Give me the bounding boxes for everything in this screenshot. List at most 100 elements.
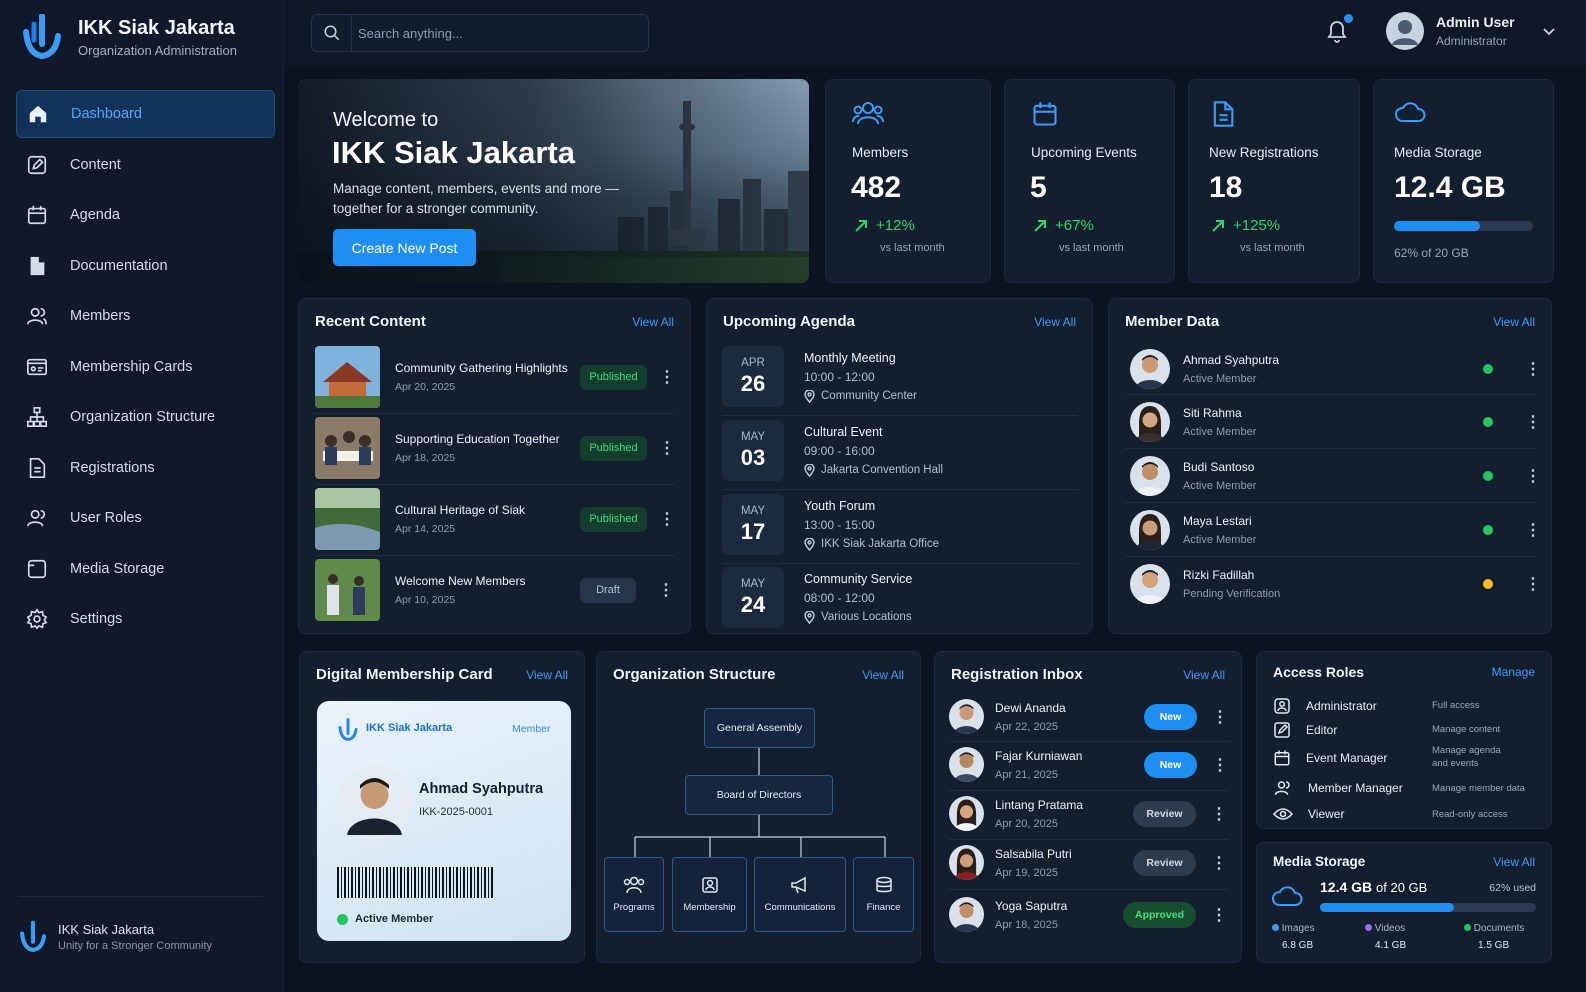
more-options-icon[interactable]: ⋮ (1211, 804, 1227, 824)
content-date: Apr 14, 2025 (395, 523, 456, 535)
event-location: IKK Siak Jakarta Office (804, 537, 939, 551)
stat-trend: +12% (854, 217, 915, 234)
card-type: Member (512, 723, 551, 735)
sidebar-item-settings[interactable]: Settings (16, 595, 275, 643)
sidebar-item-members[interactable]: Members (16, 292, 275, 340)
role-row[interactable]: Member Manager (1273, 779, 1403, 797)
stat-card-members[interactable]: Members 482 +12% vs last month (825, 79, 991, 283)
status-button[interactable]: Review (1133, 849, 1196, 876)
view-all-link[interactable]: View All (1183, 668, 1225, 682)
registration-row[interactable]: Lintang Pratama Apr 20, 2025 Review ⋮ (949, 796, 1229, 831)
status-dot (1483, 364, 1493, 374)
registration-row[interactable]: Fajar Kurniawan Apr 21, 2025 New ⋮ (949, 747, 1229, 782)
role-description: Manage member data (1432, 783, 1525, 794)
view-all-link[interactable]: View All (1034, 315, 1076, 329)
org-node-programs[interactable]: Programs (604, 857, 664, 932)
org-node-board-of-directors[interactable]: Board of Directors (685, 775, 833, 815)
registration-row[interactable]: Dewi Ananda Apr 22, 2025 New ⋮ (949, 699, 1229, 734)
more-options-icon[interactable]: ⋮ (658, 580, 674, 600)
more-options-icon[interactable]: ⋮ (1212, 707, 1228, 727)
more-options-icon[interactable]: ⋮ (659, 509, 675, 529)
cloud-icon (1395, 102, 1426, 122)
registration-row[interactable]: Yoga Saputra Apr 18, 2025 Approved ⋮ (949, 897, 1229, 932)
org-node-communications[interactable]: Communications (754, 857, 846, 932)
footer-tagline: Unity for a Stronger Community (58, 940, 213, 952)
sidebar-item-organization-structure[interactable]: Organization Structure (16, 393, 275, 441)
role-row[interactable]: Administrator (1273, 697, 1377, 715)
more-options-icon[interactable]: ⋮ (659, 438, 675, 458)
sidebar-item-membership-cards[interactable]: Membership Cards (16, 343, 275, 391)
org-node-finance[interactable]: Finance (853, 857, 914, 932)
registration-row[interactable]: Salsabila Putri Apr 19, 2025 Review ⋮ (949, 845, 1229, 880)
role-row[interactable]: Event Manager (1273, 749, 1387, 767)
more-options-icon[interactable]: ⋮ (1525, 466, 1541, 486)
role-row[interactable]: Viewer (1273, 807, 1344, 821)
users-icon (1274, 781, 1290, 795)
registration-date: Apr 22, 2025 (995, 720, 1058, 733)
sidebar-item-agenda[interactable]: Agenda (16, 191, 275, 239)
panel-title: Upcoming Agenda (723, 313, 855, 330)
view-all-link[interactable]: View All (526, 668, 568, 682)
member-row[interactable]: Maya Lestari Active Member ⋮ (1130, 510, 1541, 550)
home-icon (29, 105, 47, 123)
list-item[interactable]: Supporting Education Together Apr 18, 202… (315, 417, 675, 479)
user-menu[interactable]: Admin User Administrator (1386, 12, 1557, 50)
list-item[interactable]: Welcome New Members Apr 10, 2025 Draft ⋮ (315, 559, 674, 621)
more-options-icon[interactable]: ⋮ (1211, 853, 1227, 873)
avatar (1130, 456, 1170, 496)
more-options-icon[interactable]: ⋮ (1525, 359, 1541, 379)
member-row[interactable]: Siti Rahma Active Member ⋮ (1130, 402, 1541, 442)
more-options-icon[interactable]: ⋮ (659, 367, 675, 387)
status-button[interactable]: Approved (1123, 901, 1196, 928)
notification-button[interactable] (1325, 14, 1353, 46)
status-button[interactable]: New (1144, 703, 1197, 730)
brand[interactable]: IKK Siak Jakarta Organization Administra… (20, 14, 237, 60)
member-name: Rizki Fadillah (1183, 568, 1255, 582)
org-node-membership[interactable]: Membership (672, 857, 747, 932)
agenda-item[interactable]: MAY 24 Community Service 08:00 - 12:00 Vari… (722, 567, 912, 628)
stat-card-upcoming-events[interactable]: Upcoming Events 5 +67% vs last month (1004, 79, 1175, 283)
sidebar-item-label: Organization Structure (70, 409, 216, 425)
membership-card[interactable]: IKK Siak Jakarta Member Ahmad Syahputra … (317, 701, 571, 941)
more-options-icon[interactable]: ⋮ (1525, 520, 1541, 540)
logo-icon (338, 718, 358, 742)
status-button[interactable]: New (1144, 751, 1197, 778)
list-item[interactable]: Community Gathering Highlights Apr 20, 20… (315, 346, 675, 408)
stat-card-media-storage[interactable]: Media Storage 12.4 GB 62% of 20 GB (1373, 79, 1554, 283)
sidebar-item-user-roles[interactable]: User Roles (16, 494, 275, 542)
member-row[interactable]: Budi Santoso Active Member ⋮ (1130, 456, 1541, 496)
hierarchy-icon (27, 407, 47, 427)
role-row[interactable]: Editor (1273, 721, 1337, 739)
storage-icon (27, 559, 47, 578)
create-new-post-button[interactable]: Create New Post (333, 229, 476, 266)
view-all-link[interactable]: View All (1493, 855, 1535, 869)
search-input[interactable] (352, 25, 632, 41)
org-node-general-assembly[interactable]: General Assembly (704, 708, 815, 748)
sidebar-item-registrations[interactable]: Registrations (16, 444, 275, 492)
agenda-item[interactable]: MAY 17 Youth Forum 13:00 - 15:00 IKK Siak J… (722, 494, 939, 555)
stat-label: Members (852, 145, 909, 160)
manage-link[interactable]: Manage (1492, 665, 1535, 679)
list-item[interactable]: Cultural Heritage of Siak Apr 14, 2025 Pu… (315, 488, 675, 550)
status-button[interactable]: Review (1133, 800, 1196, 827)
stat-card-new-registrations[interactable]: New Registrations 18 +125% vs last month (1188, 79, 1360, 283)
agenda-item[interactable]: MAY 03 Cultural Event 09:00 - 16:00 Jakarta… (722, 420, 943, 481)
sidebar-item-documentation[interactable]: Documentation (16, 242, 275, 290)
sidebar-item-dashboard[interactable]: Dashboard (16, 90, 275, 138)
content-title: Community Gathering Highlights (395, 361, 568, 375)
agenda-item[interactable]: APR 26 Monthly Meeting 10:00 - 12:00 Commun… (722, 346, 917, 407)
member-row[interactable]: Rizki Fadillah Pending Verification ⋮ (1130, 564, 1541, 604)
more-options-icon[interactable]: ⋮ (1211, 905, 1227, 925)
sidebar-item-content[interactable]: Content (16, 141, 275, 189)
view-all-link[interactable]: View All (632, 315, 674, 329)
panel-title: Registration Inbox (951, 666, 1083, 683)
sidebar-item-media-storage[interactable]: Media Storage (16, 545, 275, 593)
more-options-icon[interactable]: ⋮ (1212, 755, 1228, 775)
view-all-link[interactable]: View All (1493, 315, 1535, 329)
content-date: Apr 20, 2025 (395, 381, 456, 393)
more-options-icon[interactable]: ⋮ (1525, 412, 1541, 432)
role-description: Read-only access (1432, 809, 1508, 820)
member-row[interactable]: Ahmad Syahputra Active Member ⋮ (1130, 349, 1541, 389)
more-options-icon[interactable]: ⋮ (1525, 574, 1541, 594)
search-box[interactable] (311, 14, 649, 52)
